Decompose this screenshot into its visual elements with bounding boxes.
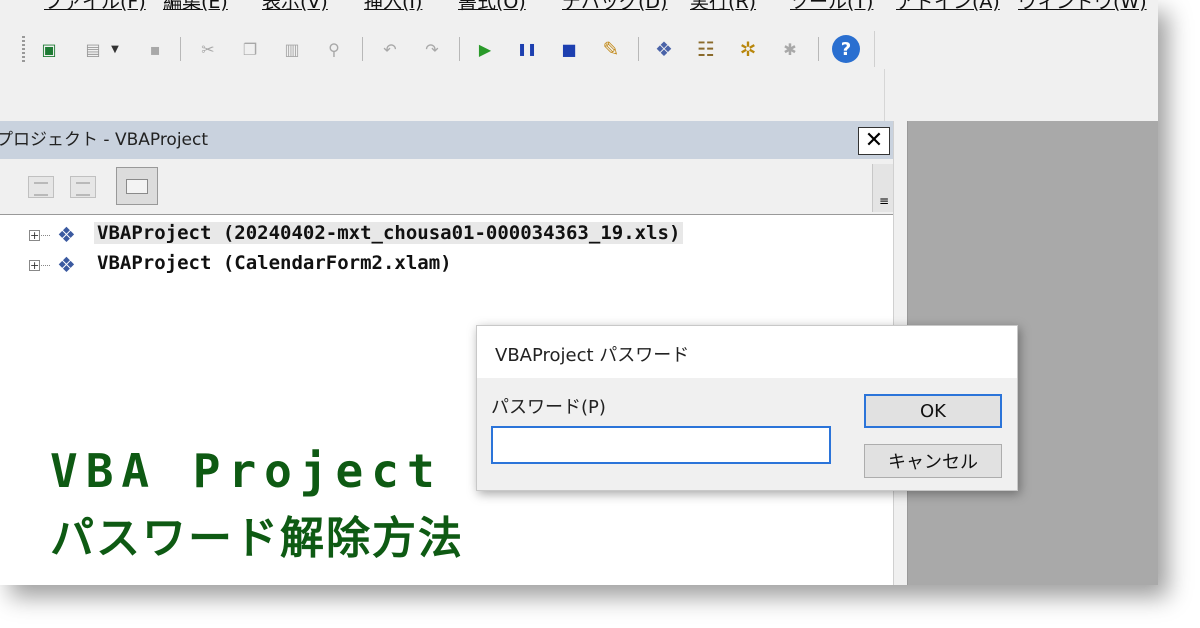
expand-icon[interactable]: + [29, 260, 50, 271]
view-code-icon [28, 176, 54, 198]
project-explorer-icon[interactable]: ❖ [651, 36, 677, 62]
menu-edit[interactable]: 編集(E) [163, 0, 228, 14]
undo-icon[interactable]: ↶ [377, 36, 403, 62]
redo-icon[interactable]: ↷ [419, 36, 445, 62]
password-dialog: VBAProject パスワード パスワード(P) OK キャンセル [476, 325, 1018, 491]
run-icon[interactable]: ▶ [472, 36, 498, 62]
toggle-folders-icon[interactable] [116, 167, 158, 205]
vbaproject-icon: ❖ [57, 253, 76, 277]
cancel-button[interactable]: キャンセル [864, 444, 1002, 478]
view-object-icon [70, 176, 96, 198]
excel-icon[interactable]: ▣ [36, 36, 62, 62]
toolbar-area-empty [0, 69, 1158, 121]
standard-toolbar: ▣ ▤ ▼ ▪ ✂ ❐ ▥ ⚲ ↶ ↷ ▶ ❚❚ ■ ✎ ❖ ☷ ✲ ✱ ? [0, 29, 1158, 69]
project-pane-titlebar[interactable]: プロジェクト - VBAProject [0, 121, 895, 159]
menu-tools[interactable]: ツール(T) [790, 0, 873, 14]
menu-insert[interactable]: 挿入(I) [364, 0, 422, 14]
overlay-title-line1: VBA Project [50, 444, 443, 498]
properties-icon[interactable]: ☷ [693, 36, 719, 62]
project-pane-close-button[interactable]: ✕ [858, 127, 890, 155]
save-icon[interactable]: ▪ [142, 36, 168, 62]
toolbar-separator [459, 37, 460, 61]
dialog-title: VBAProject パスワード [495, 345, 690, 366]
dialog-titlebar[interactable]: VBAProject パスワード [477, 326, 1017, 378]
menu-window[interactable]: ウィンドウ(W) [1018, 0, 1147, 14]
tree-node-label: VBAProject (20240402-mxt_chousa01-000034… [94, 222, 684, 244]
toolbar-end-separator [874, 31, 875, 67]
cut-icon[interactable]: ✂ [195, 36, 221, 62]
paste-icon[interactable]: ▥ [279, 36, 305, 62]
break-icon[interactable]: ❚❚ [514, 36, 540, 62]
design-mode-icon[interactable]: ✎ [598, 36, 624, 62]
menu-bar: ファイル(F) 編集(E) 表示(V) 挿入(I) 書式(O) デバッグ(D) … [0, 0, 1158, 17]
menu-debug[interactable]: デバッグ(D) [562, 0, 667, 14]
expand-icon[interactable]: + [29, 230, 50, 241]
menu-addins[interactable]: アドイン(A) [896, 0, 1000, 14]
toolbar-separator [180, 37, 181, 61]
copy-icon[interactable]: ❐ [237, 36, 263, 62]
toolbox-icon[interactable]: ✱ [777, 36, 803, 62]
help-icon[interactable]: ? [832, 35, 860, 63]
toolbar-separator [638, 37, 639, 61]
insert-form-icon[interactable]: ▤ [80, 36, 106, 62]
insert-dropdown-arrow-icon[interactable]: ▼ [108, 36, 122, 62]
toolbar-separator [362, 37, 363, 61]
menu-file[interactable]: ファイル(F) [44, 0, 146, 14]
ok-button[interactable]: OK [864, 394, 1002, 428]
pane-scroll-indicator[interactable]: ≡ [872, 164, 895, 212]
vbaproject-icon: ❖ [57, 223, 76, 247]
toolbar-separator [818, 37, 819, 61]
menu-run[interactable]: 実行(R) [690, 0, 756, 14]
scroll-grip-icon: ≡ [879, 194, 890, 208]
project-pane-title: プロジェクト - VBAProject [0, 130, 209, 150]
project-pane-toolbar [0, 159, 895, 214]
toolbar-grip[interactable] [22, 36, 25, 62]
object-browser-icon[interactable]: ✲ [735, 36, 761, 62]
menu-view[interactable]: 表示(V) [262, 0, 328, 14]
reset-icon[interactable]: ■ [556, 36, 582, 62]
tree-node-label: VBAProject (CalendarForm2.xlam) [97, 252, 452, 274]
password-input[interactable] [491, 426, 831, 464]
password-label: パスワード(P) [491, 397, 606, 418]
overlay-title-line2: パスワード解除方法 [50, 513, 464, 564]
menu-format[interactable]: 書式(O) [458, 0, 526, 14]
find-icon[interactable]: ⚲ [321, 36, 347, 62]
